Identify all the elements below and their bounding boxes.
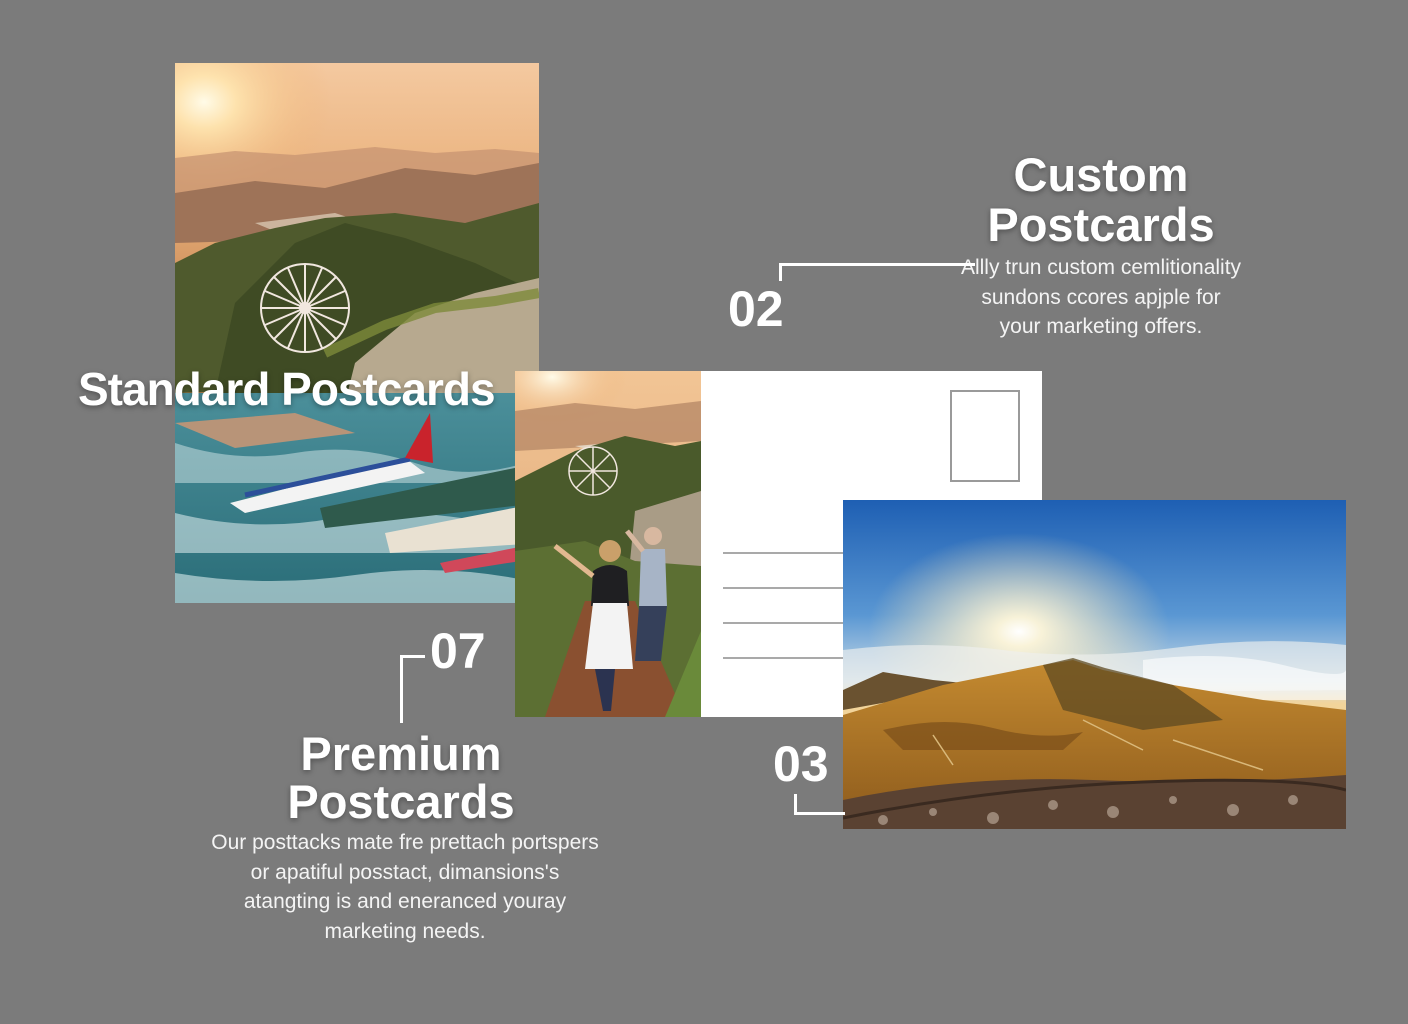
connector-line-03 bbox=[794, 794, 845, 815]
address-line bbox=[723, 657, 849, 659]
address-line bbox=[723, 622, 849, 624]
coastal-sunset-image bbox=[175, 63, 539, 603]
custom-postcards-description: Allly trun custom cemlitionality sundons… bbox=[960, 256, 1242, 338]
step-number-07: 07 bbox=[430, 623, 486, 679]
mountain-sunrise-image bbox=[843, 500, 1346, 829]
custom-postcards-title: Custom Postcards bbox=[987, 148, 1215, 251]
premium-postcards-description: Our posttacks mate fre prettach portsper… bbox=[211, 831, 599, 943]
standard-postcards-title: Standard Postcards bbox=[78, 363, 496, 415]
address-line bbox=[723, 552, 849, 554]
step-number-03: 03 bbox=[773, 736, 829, 792]
connector-line-02 bbox=[779, 263, 975, 281]
couple-hiking-image bbox=[515, 371, 701, 717]
landscape-postcard-photo bbox=[843, 500, 1346, 829]
premium-postcards-title: Premium Postcards bbox=[287, 727, 515, 828]
premium-postcard-photo bbox=[515, 371, 701, 717]
address-line bbox=[723, 587, 849, 589]
step-number-02: 02 bbox=[728, 281, 784, 337]
standard-postcard-photo bbox=[175, 63, 539, 603]
stamp-box bbox=[950, 390, 1020, 482]
connector-line-07 bbox=[400, 655, 425, 723]
